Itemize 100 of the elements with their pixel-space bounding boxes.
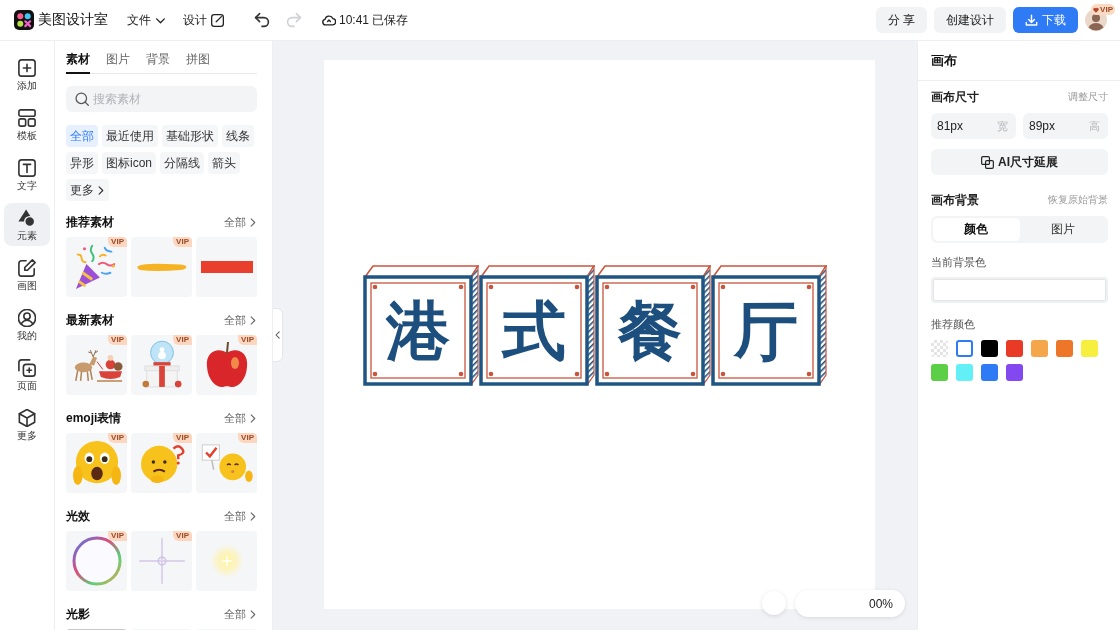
section-label: 画布背景 xyxy=(931,191,979,209)
search-field[interactable]: 搜索素材 xyxy=(66,86,257,112)
page-add-icon xyxy=(18,359,36,377)
cloud-icon xyxy=(322,13,336,27)
sidebar-item[interactable]: 文字 xyxy=(4,153,50,196)
unit-label: 高 xyxy=(1089,119,1100,133)
cube-icon xyxy=(18,409,36,427)
ai-extend-button[interactable]: AI尺寸延展 xyxy=(931,149,1108,175)
color-swatch[interactable] xyxy=(931,364,948,381)
glow-drawing xyxy=(209,544,244,578)
sticker-tile[interactable]: VIP xyxy=(66,433,127,493)
pen-square-icon xyxy=(18,259,36,277)
share-button[interactable]: 分 享 xyxy=(875,7,927,33)
sidebar-item[interactable]: 添加 xyxy=(4,53,50,96)
bar-drawing xyxy=(200,261,253,273)
panel-tab[interactable]: 拼图 xyxy=(186,47,210,74)
menu-button[interactable]: 设计 xyxy=(183,7,224,33)
layout-icon xyxy=(18,109,36,127)
shapes-icon xyxy=(18,209,36,227)
download-button[interactable]: 下载 xyxy=(1013,7,1078,33)
filter-tag[interactable]: 异形 xyxy=(66,152,98,174)
vip-badge: VIP xyxy=(238,433,257,443)
sticker-tile[interactable]: VIP xyxy=(196,433,257,493)
collapse-handle[interactable] xyxy=(273,308,283,362)
filter-tag[interactable]: 全部 xyxy=(66,125,98,147)
field-label: 推荐颜色 xyxy=(931,317,976,332)
sticker-tile[interactable]: VIP xyxy=(66,531,127,591)
sign-character: 式 xyxy=(501,298,566,363)
app-name: 美图设计室 xyxy=(38,11,108,29)
sticker-tile[interactable]: VIP xyxy=(196,335,257,395)
sign-character: 餐 xyxy=(617,298,682,363)
see-all-link[interactable]: 全部 xyxy=(224,312,257,328)
color-swatch[interactable] xyxy=(931,340,948,357)
panel-tab[interactable]: 图片 xyxy=(106,47,130,74)
sticker-tile[interactable]: VIP xyxy=(66,335,127,395)
sticker-tile[interactable]: VIP xyxy=(66,237,127,297)
logo-icon xyxy=(14,10,34,30)
color-swatch[interactable] xyxy=(1006,364,1023,381)
undo-icon xyxy=(254,12,270,28)
color-swatch[interactable] xyxy=(1006,340,1023,357)
menu-button[interactable]: 文件 xyxy=(127,7,166,33)
sidebar-item[interactable]: 元素 xyxy=(4,203,50,246)
save-status: 10:41 已保存 xyxy=(339,11,409,29)
text-icon xyxy=(18,159,36,177)
sidebar-item[interactable]: 画图 xyxy=(4,253,50,296)
filter-tag[interactable]: 最近使用 xyxy=(102,125,158,147)
see-all-link[interactable]: 全部 xyxy=(224,410,257,426)
sticker-tile[interactable] xyxy=(196,237,257,297)
section-label: 画布尺寸 xyxy=(931,88,979,106)
filter-tag[interactable]: 基础形状 xyxy=(162,125,218,147)
color-swatch[interactable] xyxy=(956,364,973,381)
sticker-tile[interactable]: VIP xyxy=(131,335,192,395)
chevron-right-icon xyxy=(96,185,105,195)
panel-tab[interactable]: 背景 xyxy=(146,47,170,74)
sparkle-drawing xyxy=(138,538,185,584)
filter-tag[interactable]: 箭头 xyxy=(208,152,240,174)
add-icon xyxy=(18,59,36,77)
panel-tab[interactable]: 素材 xyxy=(66,47,90,74)
see-all-link[interactable]: 全部 xyxy=(224,606,257,622)
color-swatch[interactable] xyxy=(981,364,998,381)
filter-tag[interactable]: 线条 xyxy=(222,125,254,147)
color-swatch[interactable] xyxy=(956,340,973,357)
chevron-right-icon xyxy=(248,511,257,521)
vip-badge: VIP xyxy=(173,335,192,345)
filter-tag[interactable]: 图标icon xyxy=(102,152,156,174)
section-title: 最新素材 xyxy=(66,311,114,329)
chevron-right-icon xyxy=(248,413,257,423)
sidebar-item[interactable]: 模板 xyxy=(4,103,50,146)
color-swatch[interactable] xyxy=(981,340,998,357)
filter-tag[interactable]: 分隔线 xyxy=(160,152,204,174)
section-title: emoji表情 xyxy=(66,409,122,427)
color-swatch[interactable] xyxy=(1056,340,1073,357)
sticker-tile[interactable]: VIP xyxy=(131,531,192,591)
chevron-left-icon xyxy=(273,331,282,339)
emoji-with-sign-drawing xyxy=(199,443,254,483)
sidebar-item[interactable]: 更多 xyxy=(4,403,50,446)
crop-frame-icon xyxy=(981,155,994,169)
sign-character: 港 xyxy=(385,298,450,363)
create-design-button[interactable]: 创建设计 xyxy=(934,7,1006,33)
see-all-link[interactable]: 全部 xyxy=(224,214,257,230)
vip-badge: VIP xyxy=(108,433,127,443)
mode-tab[interactable]: 颜色 xyxy=(933,218,1020,241)
filter-tag[interactable]: 更多 xyxy=(66,179,109,201)
color-swatch[interactable] xyxy=(1031,340,1048,357)
sticker-tile[interactable]: VIP xyxy=(131,237,192,297)
mode-tab[interactable]: 图片 xyxy=(1019,218,1106,241)
color-swatch[interactable] xyxy=(1081,340,1098,357)
brush-stroke-drawing xyxy=(135,262,188,272)
apple-drawing xyxy=(204,341,249,389)
see-all-link[interactable]: 全部 xyxy=(224,508,257,524)
sidebar-item[interactable]: 页面 xyxy=(4,353,50,396)
sticker-tile[interactable]: VIP xyxy=(131,433,192,493)
sidebar-item[interactable]: 我的 xyxy=(4,303,50,346)
zoom-control[interactable]: 00% xyxy=(795,590,905,617)
mode-switch[interactable]: 颜色 图片 xyxy=(931,216,1108,243)
vip-label: VIP xyxy=(1100,4,1113,15)
color-field[interactable] xyxy=(931,277,1108,303)
sticker-tile[interactable] xyxy=(196,531,257,591)
floating-action-button[interactable] xyxy=(762,591,786,615)
section-title: 光效 xyxy=(66,507,90,525)
